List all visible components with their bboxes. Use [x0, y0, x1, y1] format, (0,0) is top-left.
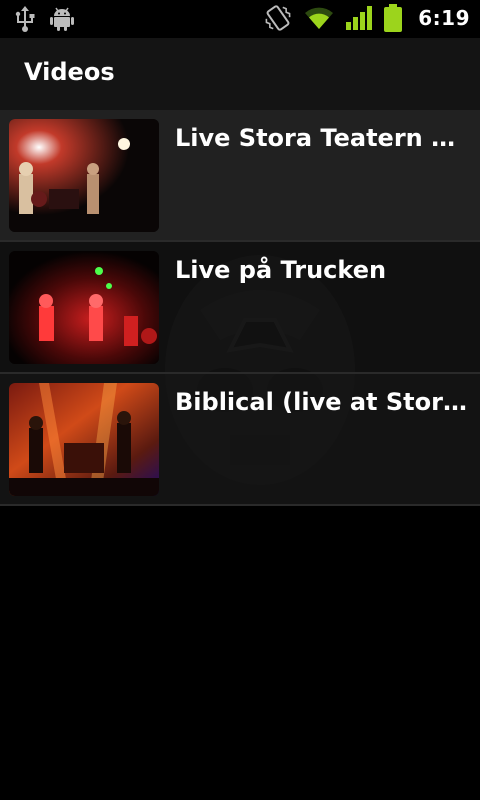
video-list: Live Stora Teatern Göteborg — [0, 110, 480, 506]
video-title: Biblical (live at Stora Teatern) — [175, 388, 470, 416]
video-list-item[interactable]: Live på Trucken — [0, 242, 480, 374]
wifi-icon — [305, 7, 334, 29]
vibrate-icon — [265, 5, 291, 31]
video-thumbnail — [9, 119, 159, 232]
video-thumbnail — [9, 251, 159, 364]
usb-icon — [15, 6, 35, 32]
system-icons: 6:19 — [264, 4, 470, 32]
video-list-item[interactable]: Live Stora Teatern Göteborg — [0, 110, 480, 242]
signal-icon — [346, 6, 373, 30]
status-bar: 6:19 — [0, 0, 480, 38]
clock: 6:19 — [418, 6, 470, 30]
video-title: Live Stora Teatern Göteborg — [175, 124, 470, 152]
video-list-item[interactable]: Biblical (live at Stora Teatern) — [0, 374, 480, 506]
android-debug-icon — [50, 7, 74, 31]
notification-icons — [14, 6, 74, 32]
page-title: Videos — [24, 58, 115, 86]
title-bar: Videos — [0, 38, 480, 110]
battery-icon — [384, 4, 403, 32]
video-thumbnail — [9, 383, 159, 496]
video-title: Live på Trucken — [175, 256, 387, 284]
